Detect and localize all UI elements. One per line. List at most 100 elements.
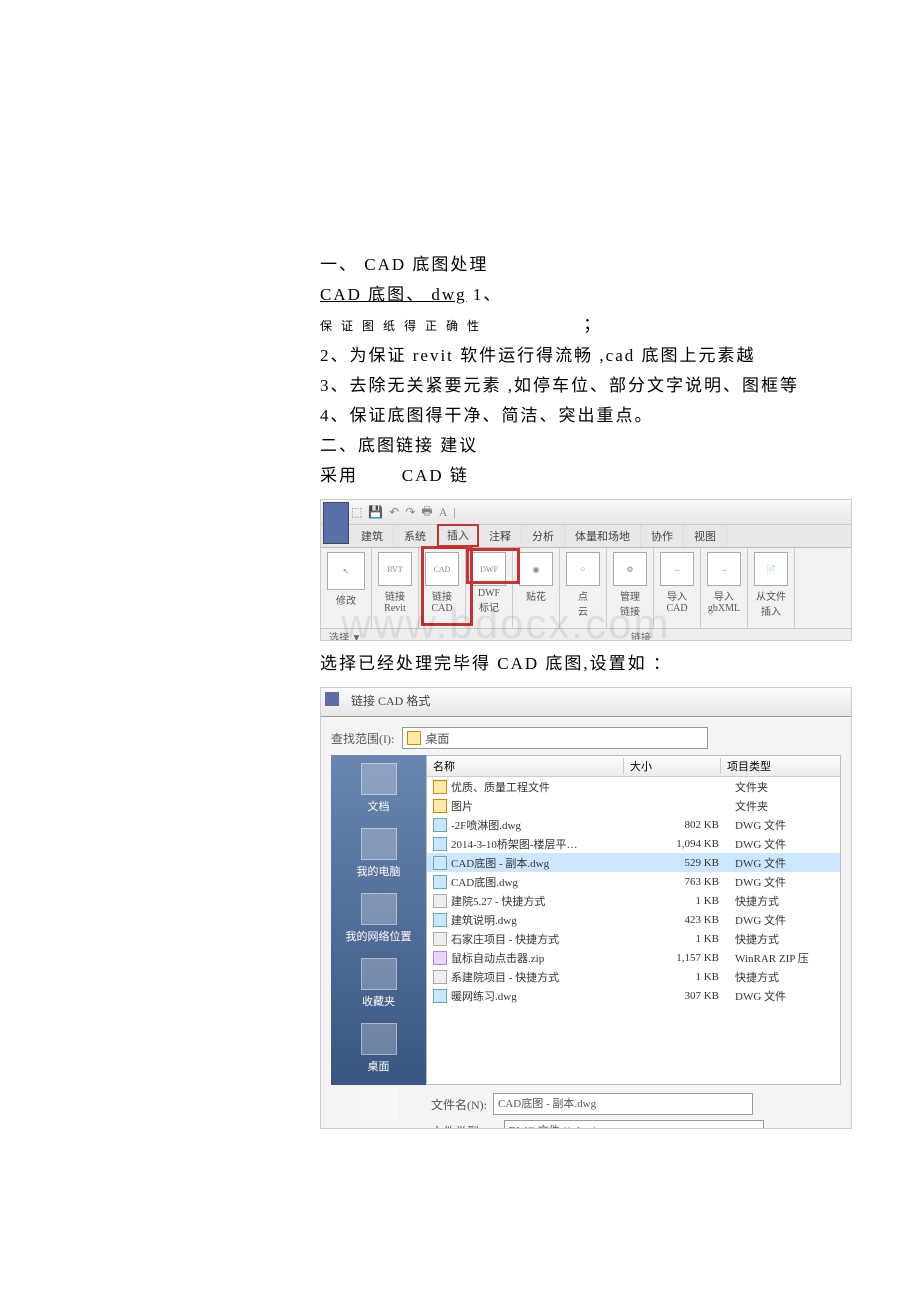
file-name: CAD底图.dwg [451,874,518,890]
qat-print-icon: 🖶 [421,502,432,523]
file-row[interactable]: 暖网练习.dwg 307 KBDWG 文件 [427,986,840,1005]
file-icon [433,837,447,851]
file-list-header: 名称 大小 项目类型 [427,756,840,777]
file-icon [433,894,447,908]
tab-annotate[interactable]: 注释 [479,525,522,547]
file-list[interactable]: 名称 大小 项目类型 优质、质量工程文件文件夹图片 文件夹-2F喷淋图.dwg80… [426,755,841,1085]
para-5a: 采用 [320,466,358,485]
ribbon-body: ↖ 修改 RVT 链接 Revit CAD 链接 CAD DWF DWF 标记 … [321,548,851,628]
decal-button[interactable]: ◉ 贴花 [513,548,560,628]
qat-sep-icon: | [453,505,455,520]
para-4: 4、保证底图得干净、简洁、突出重点。 [320,401,880,431]
places-extra[interactable] [331,1088,426,1120]
importg-label2: gbXML [707,603,741,614]
places-network[interactable]: 我的网络位置 [331,893,426,944]
file-icon [433,856,447,870]
fromfile-label2: 插入 [754,603,788,618]
file-size: 423 KB [623,914,729,926]
tab-collab[interactable]: 协作 [641,525,684,547]
col-name[interactable]: 名称 [427,758,624,774]
qat-redo-icon: ↷ [405,505,415,520]
dwf-label2: 标记 [472,599,506,614]
mid-text: 选择已经处理完毕得 CAD 底图,设置如 ： [320,649,880,679]
places-favorites[interactable]: 收藏夹 [331,958,426,1009]
file-name: 优质、质量工程文件 [451,779,550,795]
col-size[interactable]: 大小 [624,758,721,774]
tab-arch[interactable]: 建筑 [351,525,394,547]
file-icon [433,818,447,832]
tab-insert[interactable]: 插入 [437,524,479,547]
point-cloud-button[interactable]: ⁘ 点 云 [560,548,607,628]
desktop-icon [407,731,421,745]
file-row[interactable]: CAD底图.dwg763 KBDWG 文件 [427,872,840,891]
tab-view[interactable]: 视图 [684,525,727,547]
import-cad-button[interactable]: → 导入 CAD [654,548,701,628]
computer-icon [361,828,397,860]
file-type: 快捷方式 [729,893,840,909]
heading-1: 一、 CAD 底图处理 [320,250,880,280]
file-type: 文件夹 [729,798,840,814]
file-size: 802 KB [623,819,729,831]
file-name: 建院5.27 - 快捷方式 [451,893,545,909]
file-type-combo[interactable]: DWG 文件 (*.dwg) [504,1120,764,1129]
file-icon [433,875,447,889]
file-size: 763 KB [623,876,729,888]
places-desktop[interactable]: 桌面 [331,1023,426,1074]
para-5b: CAD 链 [402,466,469,485]
places-desktop-label: 桌面 [368,1061,390,1073]
file-row[interactable]: 建筑说明.dwg423 KBDWG 文件 [427,910,840,929]
file-icon [433,913,447,927]
file-name: 鼠标自动点击器.zip [451,950,544,966]
dialog-app-icon [325,692,339,706]
app-logo-icon [323,502,349,544]
link-revit-icon: RVT [378,552,412,586]
file-row[interactable]: 系建院项目 - 快捷方式1 KB快捷方式 [427,967,840,986]
file-row[interactable]: 建院5.27 - 快捷方式1 KB快捷方式 [427,891,840,910]
file-row[interactable]: 石家庄项目 - 快捷方式1 KB快捷方式 [427,929,840,948]
file-row[interactable]: -2F喷淋图.dwg802 KBDWG 文件 [427,815,840,834]
file-row[interactable]: 2014-3-10桥架图-楼层平…1,094 KBDWG 文件 [427,834,840,853]
tab-systems[interactable]: 系统 [394,525,437,547]
file-size: 307 KB [623,990,729,1002]
file-row[interactable]: CAD底图 - 副本.dwg529 KBDWG 文件 [427,853,840,872]
file-row[interactable]: 图片 文件夹 [427,796,840,815]
file-name: 暖网练习.dwg [451,988,517,1004]
from-file-icon: 📄 [754,552,788,586]
tab-massing[interactable]: 体量和场地 [565,525,641,547]
underline-text: CAD 底图、 dwg [320,285,467,304]
file-row[interactable]: 优质、质量工程文件文件夹 [427,777,840,796]
folder-icon [361,763,397,795]
point-label2: 云 [566,603,600,618]
file-name: 图片 [451,798,473,814]
file-row[interactable]: 鼠标自动点击器.zip1,157 KBWinRAR ZIP 压 [427,948,840,967]
link-revit-button[interactable]: RVT 链接 Revit [372,548,419,628]
qat-save-icon: 💾 [368,505,383,520]
look-in-combo[interactable]: 桌面 [402,727,708,749]
import-label2: CAD [660,603,694,614]
col-type[interactable]: 项目类型 [721,758,840,774]
decal-icon: ◉ [519,552,553,586]
import-gbxml-button[interactable]: → 导入 gbXML [701,548,748,628]
file-size: 529 KB [623,857,729,869]
fromfile-label1: 从文件 [754,588,788,603]
insert-from-file-button[interactable]: 📄 从文件 插入 [748,548,795,628]
para-5: 采用 CAD 链 [320,461,880,491]
manage-label1: 管理 [613,588,647,603]
file-type: DWG 文件 [729,912,840,928]
favorites-icon [361,958,397,990]
file-type: DWG 文件 [729,988,840,1004]
file-name-input[interactable]: CAD底图 - 副本.dwg [493,1093,753,1115]
tab-analyze[interactable]: 分析 [522,525,565,547]
file-name: CAD底图 - 副本.dwg [451,855,549,871]
dwf-label1: DWF [472,588,506,599]
places-bar: 文档 我的电脑 我的网络位置 收藏夹 桌面 [331,755,426,1085]
modify-button[interactable]: ↖ 修改 [321,548,372,628]
file-name: 石家庄项目 - 快捷方式 [451,931,559,947]
heading-2: 二、底图链接 建议 [320,431,880,461]
places-computer[interactable]: 我的电脑 [331,828,426,879]
file-type: 快捷方式 [729,931,840,947]
file-size: 1,157 KB [623,952,729,964]
manage-links-button[interactable]: ⚙ 管理 链接 [607,548,654,628]
file-name: 2014-3-10桥架图-楼层平… [451,836,578,852]
places-documents[interactable]: 文档 [331,763,426,814]
